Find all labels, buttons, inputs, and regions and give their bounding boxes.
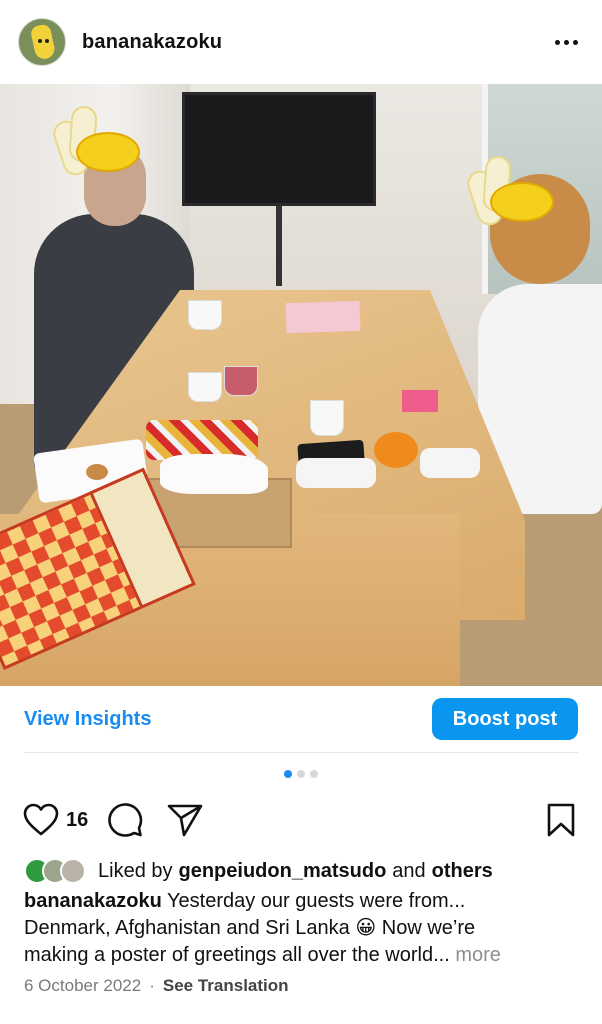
post-header: bananakazoku [0,0,602,84]
banana-face-sticker [49,105,148,179]
share-button[interactable] [166,801,204,839]
carousel-dot [297,770,305,778]
photo-cup [310,400,344,436]
carousel-dot-active [284,770,292,778]
carousel-indicator [0,770,602,782]
heart-icon [23,803,59,836]
view-insights-link[interactable]: View Insights [24,708,151,731]
caption-more-link[interactable]: more [455,944,501,966]
see-translation-link[interactable]: See Translation [163,976,289,996]
comment-button[interactable] [106,801,144,839]
photo-tissue [160,454,268,494]
like-button[interactable] [22,801,60,839]
divider [24,752,578,753]
send-icon [167,804,203,837]
like-count[interactable]: 16 [66,809,88,832]
liked-by-row[interactable]: Liked by genpeiudon_matsudo and others [24,856,584,886]
photo-cup [224,366,258,396]
post-date: 6 October 2022 [24,976,142,995]
caption-text-line2: Denmark, Afghanistan and Sri Lanka [24,917,350,939]
photo-tv [182,92,376,206]
post-username[interactable]: bananakazoku [82,31,222,54]
liked-by-user[interactable]: genpeiudon_matsudo [179,860,387,883]
post-photo[interactable] [0,84,602,686]
caption-username[interactable]: bananakazoku [24,890,162,912]
carousel-dot [310,770,318,778]
save-button[interactable] [542,801,580,839]
banana-face-sticker [463,155,562,229]
boost-post-button[interactable]: Boost post [432,698,578,740]
photo-pumpkin [374,432,418,468]
banana-icon [76,132,140,172]
liker-avatars [24,858,86,884]
photo-face-mask [296,458,376,488]
photo-face-mask [420,448,480,478]
liked-by-and: and [392,859,426,882]
banana-icon [490,182,554,222]
smile-emoji-icon: 😀 [355,917,377,939]
profile-avatar[interactable] [18,18,66,66]
photo-cookie [86,464,108,480]
photo-poster-paper [285,300,361,334]
post-caption: bananakazoku Yesterday our guests were f… [24,888,584,969]
more-options-button[interactable] [548,24,584,60]
post-meta: 6 October 2022 · See Translation [24,974,584,998]
caption-text-line1: Yesterday our guests were from... [167,890,466,912]
banana-avatar-icon [29,23,57,61]
photo-cup [188,300,222,330]
caption-text-line2-rest: Now we’re [381,917,476,939]
avatar [60,858,86,884]
comment-icon [108,803,143,837]
liked-by-prefix: Liked by [98,859,173,882]
engagement-bar: 16 [0,798,602,842]
photo-cup [188,372,222,402]
bookmark-icon [547,803,575,837]
meta-separator: · [149,976,155,995]
insights-row: View Insights Boost post [0,686,602,752]
caption-text-line3: making a poster of greetings all over th… [24,944,450,966]
liked-by-others[interactable]: others [432,860,493,883]
photo-tv-stand [276,206,282,286]
more-dots-icon [554,39,560,45]
photo-sticky-notes [402,390,438,412]
